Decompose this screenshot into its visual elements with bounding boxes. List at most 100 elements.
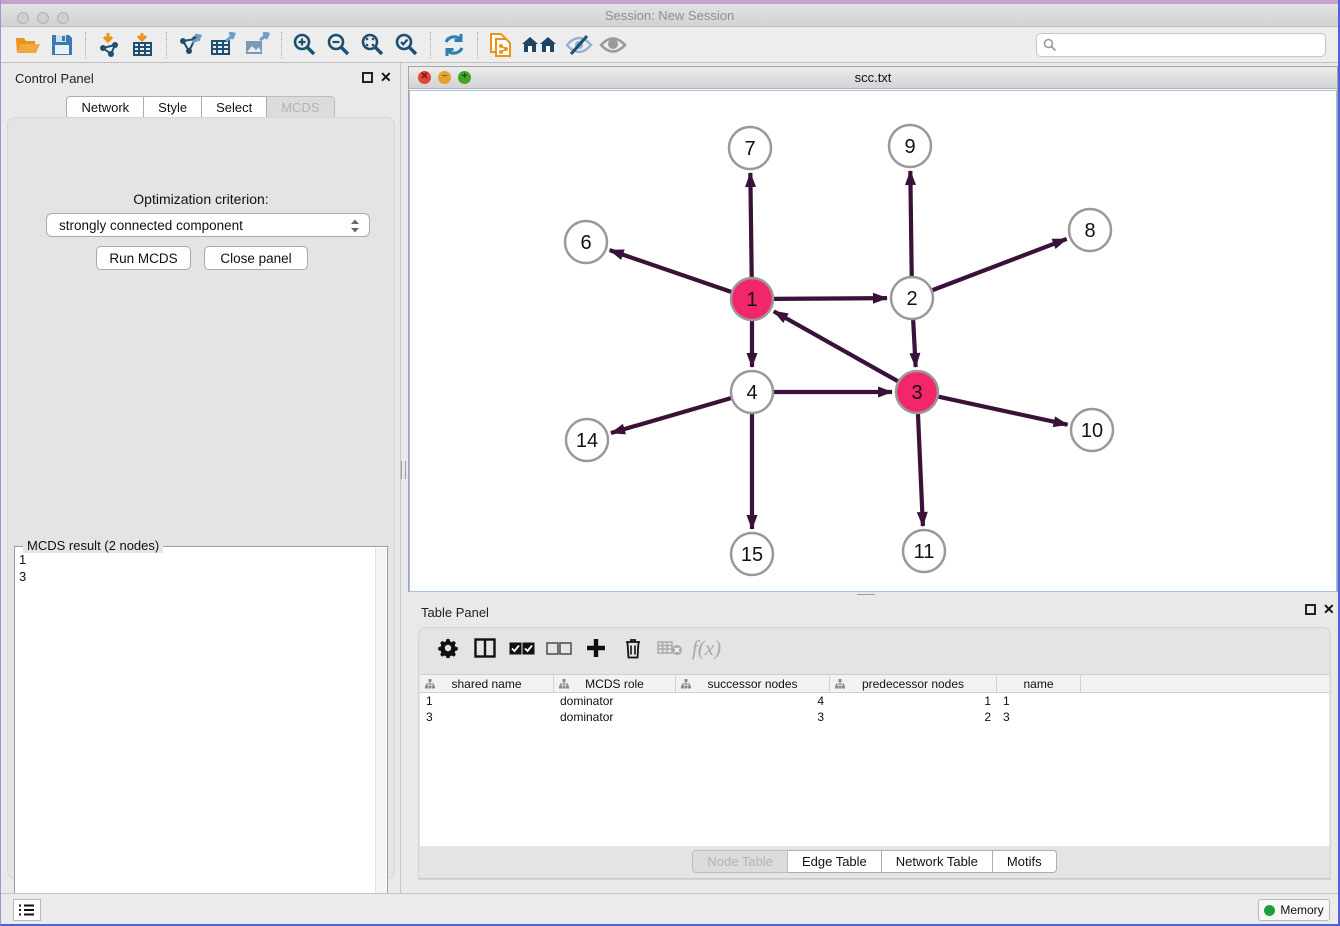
- dropdown-value: strongly connected component: [59, 218, 243, 233]
- column-label: name: [1023, 677, 1053, 691]
- split-columns-icon[interactable]: [466, 633, 503, 663]
- cell-successor-nodes[interactable]: 4: [676, 693, 830, 709]
- export-network-icon[interactable]: [173, 31, 207, 59]
- refresh-icon[interactable]: [437, 31, 471, 59]
- control-panel-header: Control Panel ✕: [1, 63, 400, 93]
- zoom-selected-icon[interactable]: [390, 31, 424, 59]
- column-header-name[interactable]: name: [997, 675, 1081, 692]
- control-panel-tabs: NetworkStyleSelectMCDS: [1, 96, 400, 119]
- tab-edge-table[interactable]: Edge Table: [788, 850, 882, 873]
- delete-table-icon[interactable]: [651, 633, 688, 663]
- import-network-icon[interactable]: [92, 31, 126, 59]
- edge-3-10[interactable]: [938, 397, 1067, 425]
- edge-3-11[interactable]: [918, 414, 923, 526]
- tab-network-table[interactable]: Network Table: [882, 850, 993, 873]
- edge-3-1[interactable]: [774, 311, 898, 381]
- cell-name[interactable]: 3: [997, 709, 1081, 725]
- column-grip-icon: [425, 679, 435, 689]
- task-history-button[interactable]: [13, 899, 41, 921]
- table-tabs: Node TableEdge TableNetwork TableMotifs: [419, 850, 1330, 873]
- network-canvas[interactable]: 1234678910111415: [409, 90, 1337, 592]
- save-session-icon[interactable]: [45, 31, 79, 59]
- edge-2-9[interactable]: [910, 171, 911, 276]
- titlebar[interactable]: Session: New Session: [1, 4, 1338, 27]
- column-header-successor-nodes[interactable]: successor nodes: [676, 675, 830, 692]
- result-scrollbar[interactable]: [375, 548, 386, 922]
- application-window: Session: New Session: [0, 0, 1340, 926]
- export-table-icon[interactable]: [207, 31, 241, 59]
- tab-node-table[interactable]: Node Table: [692, 850, 788, 873]
- cell-successor-nodes[interactable]: 3: [676, 709, 830, 725]
- cell-predecessor-nodes[interactable]: 1: [830, 693, 997, 709]
- table-header-row: shared nameMCDS rolesuccessor nodesprede…: [420, 674, 1329, 693]
- search-field[interactable]: [1036, 33, 1326, 57]
- edge-1-6[interactable]: [610, 250, 732, 292]
- main-toolbar: [1, 28, 1338, 63]
- table-float-panel-icon[interactable]: [1305, 604, 1316, 615]
- cell-predecessor-nodes[interactable]: 2: [830, 709, 997, 725]
- delete-icon[interactable]: [614, 633, 651, 663]
- select-all-icon[interactable]: [503, 633, 540, 663]
- show-graphics-icon[interactable]: [596, 31, 630, 59]
- cell-MCDS-role[interactable]: dominator: [554, 693, 676, 709]
- status-bar: Memory: [1, 893, 1338, 926]
- memory-button[interactable]: Memory: [1258, 899, 1330, 921]
- hide-selected-icon[interactable]: [562, 31, 596, 59]
- node-table[interactable]: shared nameMCDS rolesuccessor nodesprede…: [420, 674, 1329, 846]
- column-header-shared-name[interactable]: shared name: [420, 675, 554, 692]
- edge-1-7[interactable]: [750, 173, 751, 277]
- export-image-icon[interactable]: [241, 31, 275, 59]
- vertical-splitter-handle[interactable]: [401, 461, 406, 479]
- tab-motifs[interactable]: Motifs: [993, 850, 1057, 873]
- node-label-7: 7: [744, 138, 755, 160]
- table-panel: Table Panel ✕: [408, 597, 1340, 890]
- open-session-icon[interactable]: [11, 31, 45, 59]
- optimization-criterion-select[interactable]: strongly connected component: [46, 213, 370, 237]
- run-mcds-button[interactable]: Run MCDS: [96, 246, 191, 270]
- mcds-result-text[interactable]: 1 3: [19, 551, 373, 919]
- node-label-2: 2: [906, 288, 917, 310]
- table-row-1[interactable]: 1dominator411: [420, 693, 1329, 709]
- table-toolbar: f(x): [419, 628, 1330, 668]
- column-header-predecessor-nodes[interactable]: predecessor nodes: [830, 675, 997, 692]
- cell-MCDS-role[interactable]: dominator: [554, 709, 676, 725]
- deselect-all-icon[interactable]: [540, 633, 577, 663]
- function-builder-icon[interactable]: f(x): [688, 633, 725, 663]
- node-label-4: 4: [746, 382, 757, 404]
- duplicate-network-icon[interactable]: [484, 31, 518, 59]
- table-panel-title: Table Panel: [421, 605, 489, 620]
- close-panel-button[interactable]: Close panel: [204, 246, 308, 270]
- cell-name[interactable]: 1: [997, 693, 1081, 709]
- search-icon: [1043, 38, 1057, 52]
- zoom-in-icon[interactable]: [288, 31, 322, 59]
- close-panel-icon[interactable]: ✕: [380, 69, 392, 86]
- cell-shared-name[interactable]: 3: [420, 709, 554, 725]
- tab-mcds[interactable]: MCDS: [267, 96, 334, 119]
- edge-2-3[interactable]: [913, 320, 916, 367]
- mcds-panel: Optimization criterion: strongly connect…: [7, 117, 395, 879]
- edge-4-14[interactable]: [611, 398, 731, 433]
- node-label-15: 15: [741, 544, 763, 566]
- column-header-MCDS-role[interactable]: MCDS role: [554, 675, 676, 692]
- add-column-icon[interactable]: [577, 633, 614, 663]
- edge-2-8[interactable]: [933, 239, 1067, 290]
- network-window-titlebar[interactable]: ✕ − + scc.txt: [409, 67, 1337, 89]
- column-grip-icon: [835, 679, 845, 689]
- import-table-icon[interactable]: [126, 31, 160, 59]
- zoom-fit-icon[interactable]: [356, 31, 390, 59]
- cell-shared-name[interactable]: 1: [420, 693, 554, 709]
- node-label-14: 14: [576, 430, 598, 452]
- table-close-panel-icon[interactable]: ✕: [1323, 601, 1335, 618]
- edge-1-2[interactable]: [774, 298, 887, 299]
- dropdown-stepper-icon: [350, 218, 360, 237]
- table-row-2[interactable]: 3dominator323: [420, 709, 1329, 725]
- tab-select[interactable]: Select: [202, 96, 267, 119]
- network-graph[interactable]: 1234678910111415: [410, 91, 1336, 591]
- gear-icon[interactable]: [429, 633, 466, 663]
- float-panel-icon[interactable]: [362, 72, 373, 83]
- search-input[interactable]: [1057, 37, 1325, 53]
- tab-network[interactable]: Network: [66, 96, 144, 119]
- zoom-out-icon[interactable]: [322, 31, 356, 59]
- first-neighbors-icon[interactable]: [518, 31, 562, 59]
- tab-style[interactable]: Style: [144, 96, 202, 119]
